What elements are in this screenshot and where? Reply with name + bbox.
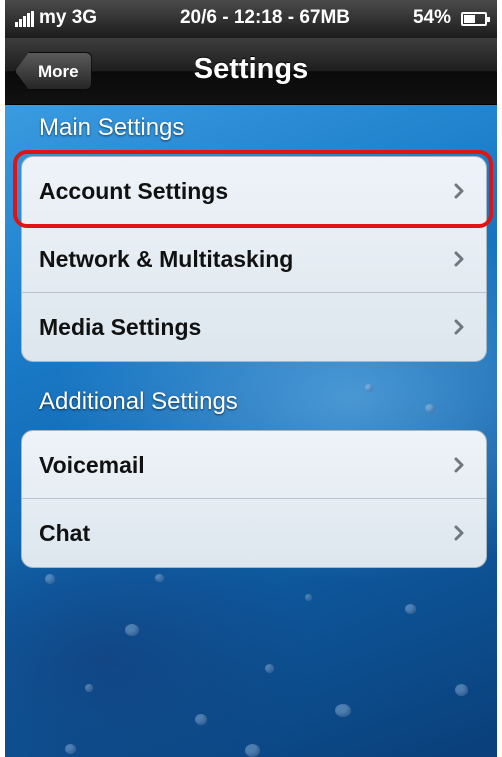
battery-icon xyxy=(461,12,490,26)
settings-row-account[interactable]: Account Settings xyxy=(22,157,486,225)
section-header-main: Main Settings xyxy=(39,114,185,141)
row-label: Media Settings xyxy=(39,314,202,340)
additional-settings-group: Voicemail Chat xyxy=(21,430,487,568)
back-button[interactable]: More xyxy=(15,52,92,90)
status-time-memory: 20/6 - 12:18 - 67MB xyxy=(179,7,351,28)
chevron-right-icon xyxy=(454,525,464,541)
status-bar: my 3G 20/6 - 12:18 - 67MB 54% xyxy=(5,0,497,38)
row-label: Network & Multitasking xyxy=(39,246,294,272)
row-label: Chat xyxy=(39,520,91,546)
row-label: Account Settings xyxy=(39,178,229,204)
signal-bars-icon xyxy=(15,11,37,27)
settings-row-media[interactable]: Media Settings xyxy=(22,293,486,361)
navigation-bar: More Settings xyxy=(5,38,497,105)
chevron-right-icon xyxy=(454,457,464,473)
phone-screen: my 3G 20/6 - 12:18 - 67MB 54% More Setti… xyxy=(5,0,497,757)
main-settings-group: Account Settings Network & Multitasking … xyxy=(21,156,487,362)
settings-row-voicemail[interactable]: Voicemail xyxy=(22,431,486,499)
row-label: Voicemail xyxy=(39,452,145,478)
page-title: Settings xyxy=(193,53,309,85)
chevron-right-icon xyxy=(454,319,464,335)
settings-row-network[interactable]: Network & Multitasking xyxy=(22,225,486,293)
section-header-additional: Additional Settings xyxy=(39,388,238,415)
battery-percent: 54% xyxy=(412,7,451,28)
carrier-label: my 3G xyxy=(39,7,98,28)
chevron-right-icon xyxy=(454,251,464,267)
settings-row-chat[interactable]: Chat xyxy=(22,499,486,567)
chevron-right-icon xyxy=(454,183,464,199)
battery-level-fill xyxy=(464,15,475,23)
